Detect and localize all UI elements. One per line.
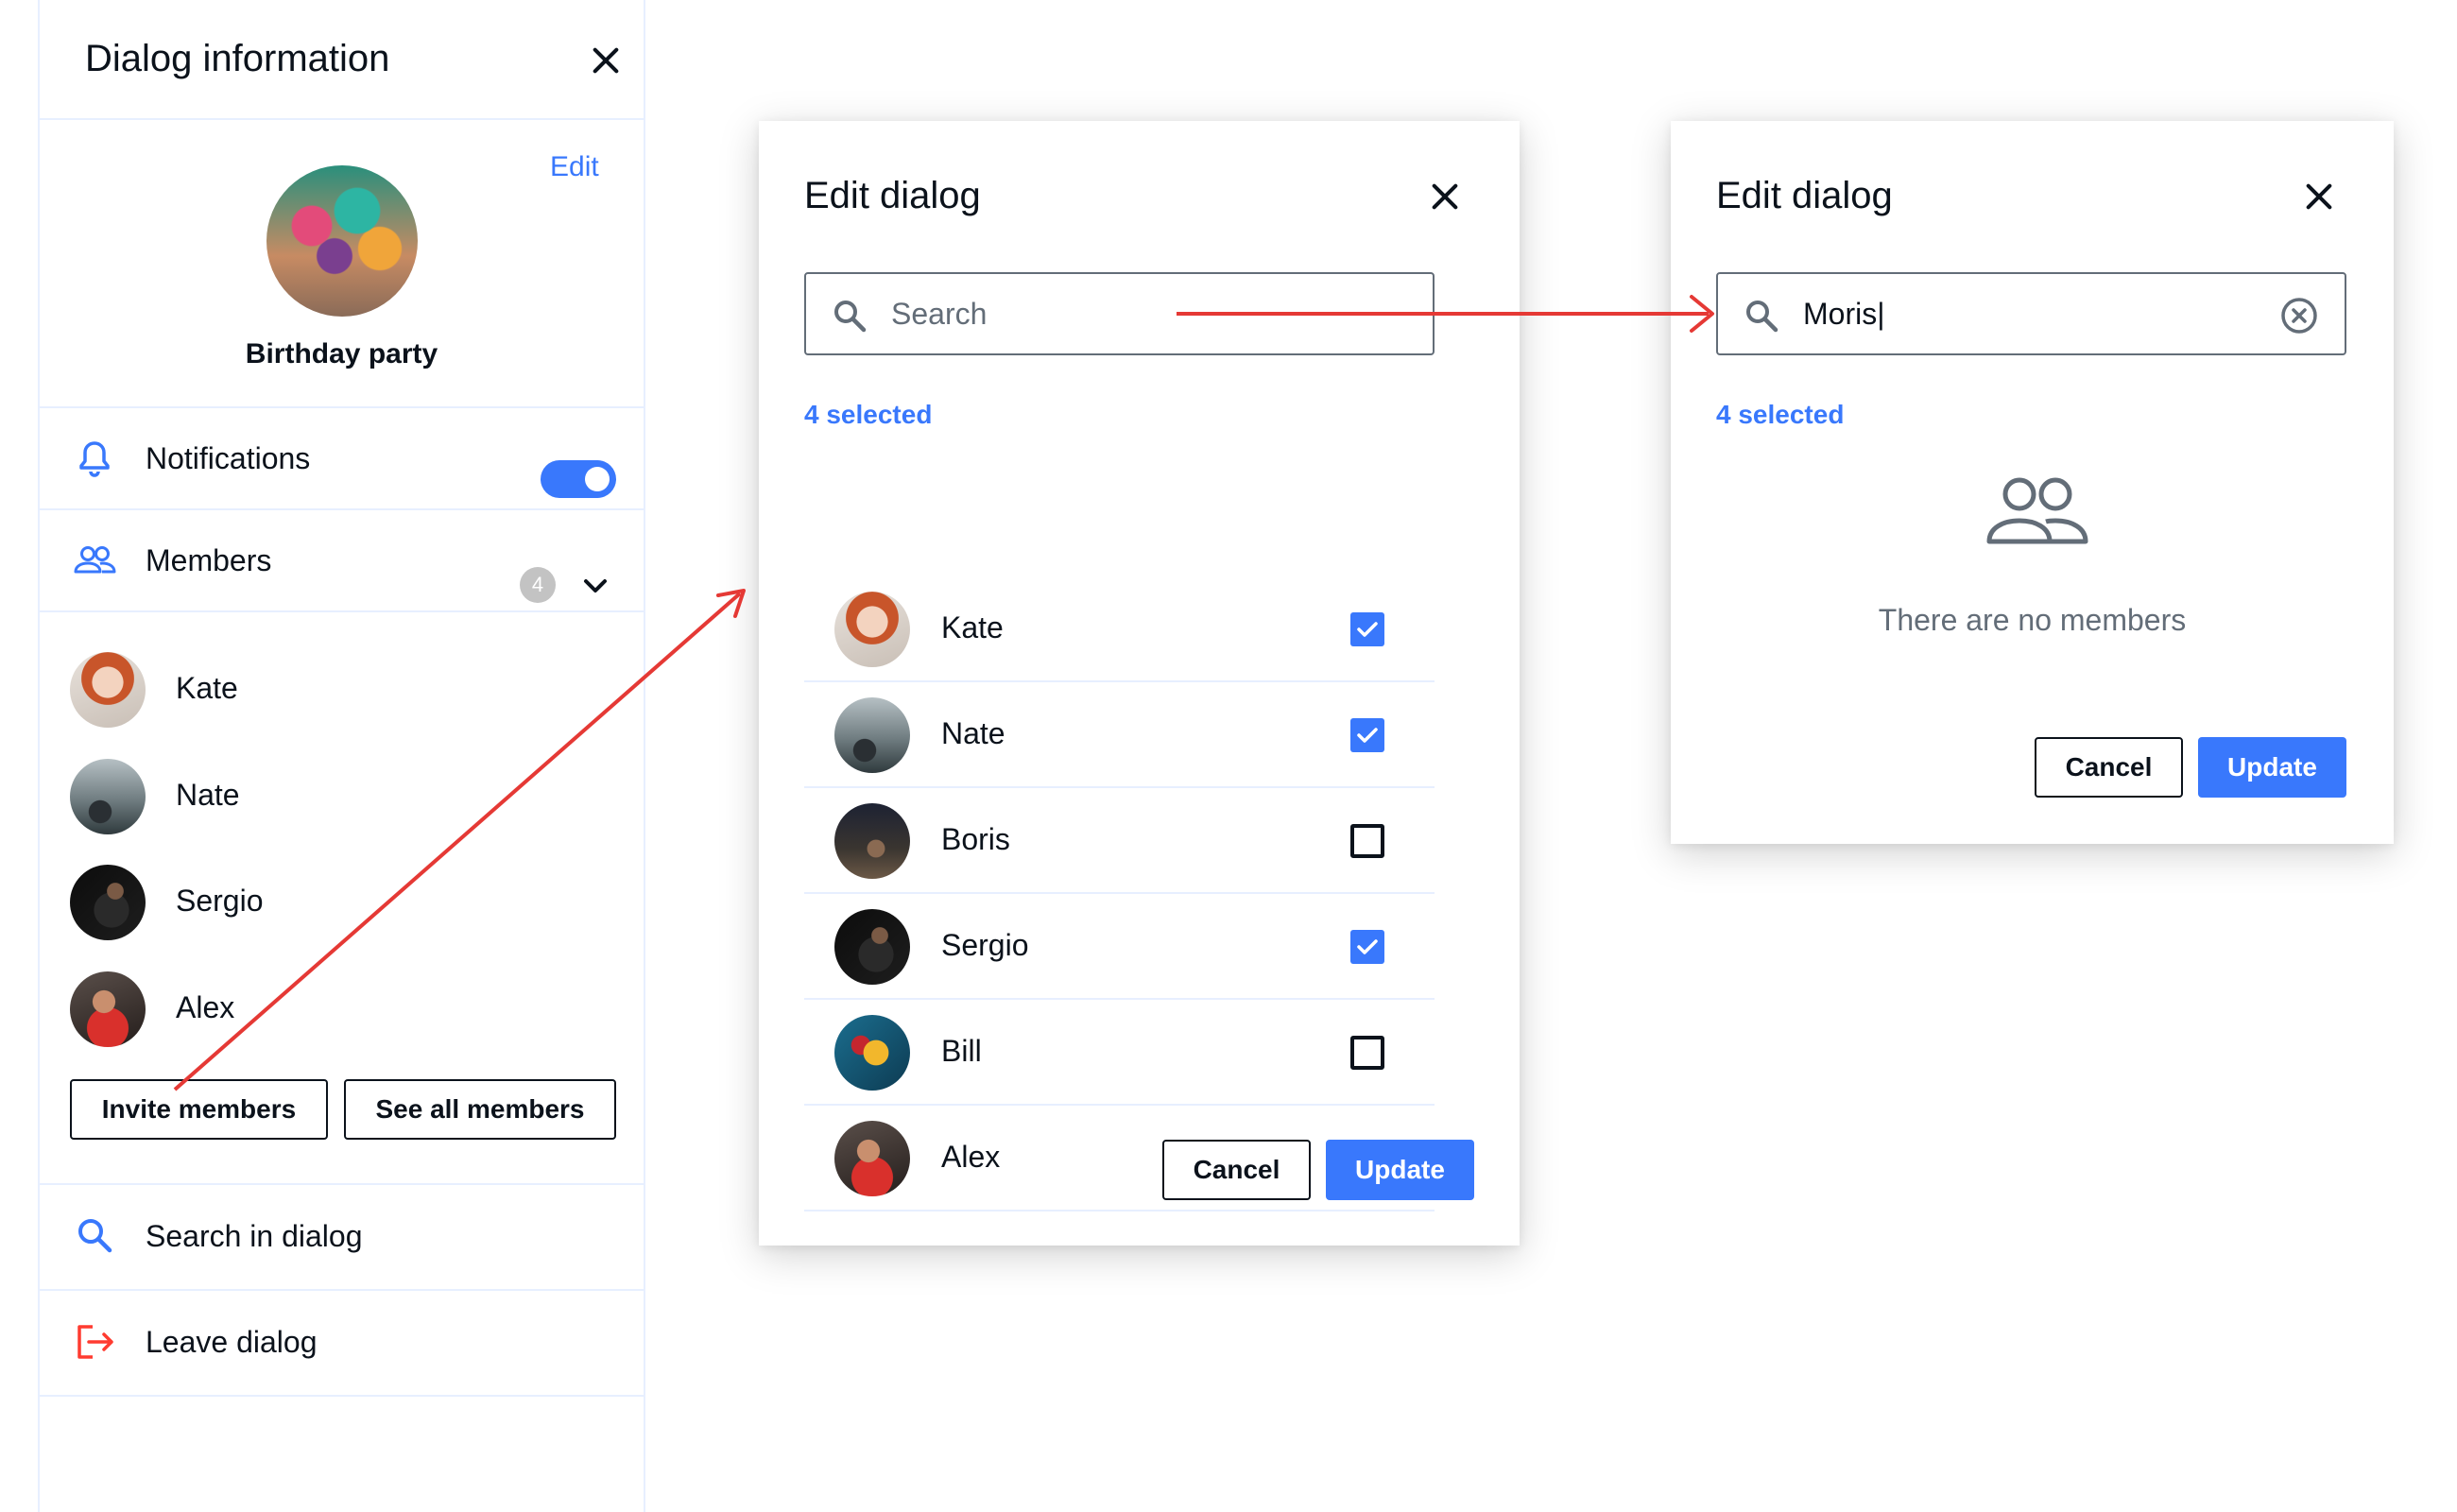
see-all-members-button[interactable]: See all members [344,1079,616,1140]
search-value: Moris| [1803,297,1885,331]
checkbox-check-icon [1357,622,1378,637]
search-icon [1746,301,1778,333]
notifications-toggle[interactable] [541,460,616,498]
avatar [834,1121,910,1196]
member-list-item[interactable]: Sergio [70,865,599,944]
avatar [70,652,146,728]
member-name: Sergio [941,928,1029,962]
invite-members-button[interactable]: Invite members [70,1079,328,1140]
member-name: Alex [176,990,235,1024]
member-list-item[interactable]: Kate [70,652,599,731]
member-checkbox[interactable] [1350,612,1384,646]
search-input[interactable]: Moris| [1716,272,2346,355]
divider [40,1395,644,1397]
search-in-dialog-row[interactable]: Search in dialog [40,1185,644,1289]
member-checkbox[interactable] [1350,930,1384,964]
checkbox-check-icon [1357,728,1378,743]
chevron-down-icon[interactable] [576,567,614,605]
leave-dialog-label: Leave dialog [146,1325,318,1359]
member-name: Alex [941,1140,1001,1174]
member-select-row[interactable]: Boris [804,788,1435,894]
member-name: Kate [941,610,1004,644]
checkbox-check-icon [1357,939,1378,954]
search-input[interactable]: Search [804,272,1435,355]
notifications-row: Notifications [40,408,644,508]
members-count-badge: 4 [520,567,556,603]
member-list-item[interactable]: Alex [70,971,599,1051]
search-placeholder: Search [891,297,988,331]
member-name: Nate [941,716,1005,750]
close-icon[interactable] [1425,178,1463,215]
cancel-button[interactable]: Cancel [2035,737,2183,798]
divider [40,118,644,120]
empty-state-text: There are no members [1878,603,2187,637]
bell-icon [79,441,110,477]
update-button[interactable]: Update [2198,737,2346,798]
member-checkbox[interactable] [1350,824,1384,858]
member-name: Sergio [176,884,264,918]
member-checkbox[interactable] [1350,718,1384,752]
search-icon [78,1219,112,1253]
group-avatar [266,165,418,317]
avatar [70,759,146,834]
member-name: Kate [176,671,238,705]
modal-title: Edit dialog [1716,175,1893,216]
avatar [834,803,910,879]
member-select-row[interactable]: Nate [804,682,1435,788]
close-icon[interactable] [2299,178,2337,215]
divider [40,610,644,612]
avatar [834,697,910,773]
member-checkbox[interactable] [1350,1036,1384,1070]
avatar [834,1015,910,1091]
empty-members-icon [1986,477,2088,544]
group-name: Birthday party [245,338,438,369]
clear-icon[interactable] [2278,295,2320,336]
selected-count: 4 selected [804,400,933,429]
avatar [70,971,146,1047]
member-name: Bill [941,1034,982,1068]
modal-title: Edit dialog [804,175,981,216]
dialog-info-panel: Dialog information Edit Birthday party N… [38,0,645,1512]
panel-title: Dialog information [85,38,390,79]
member-select-row[interactable]: Sergio [804,894,1435,1000]
update-button[interactable]: Update [1326,1140,1474,1200]
member-name: Nate [176,778,240,812]
cancel-button[interactable]: Cancel [1162,1140,1311,1200]
notifications-label: Notifications [146,441,311,475]
avatar [70,865,146,940]
member-list-item[interactable]: Nate [70,759,599,838]
member-select-row[interactable]: Bill [804,1000,1435,1106]
member-select-row[interactable]: Kate [804,576,1435,682]
avatar [834,909,910,985]
selected-count: 4 selected [1716,400,1845,429]
members-row[interactable]: Members [40,510,644,610]
edit-dialog-search-modal: Edit dialog Moris| 4 selected There are … [1671,121,2394,844]
edit-dialog-link[interactable]: Edit [550,151,599,183]
search-in-dialog-label: Search in dialog [146,1219,363,1253]
members-label: Members [146,543,272,577]
leave-icon [77,1325,113,1359]
search-icon [834,301,867,333]
leave-dialog-row[interactable]: Leave dialog [40,1291,644,1395]
avatar [834,592,910,667]
close-icon[interactable] [586,42,624,79]
edit-dialog-modal: Edit dialog Search 4 selected Kate Nate … [759,121,1520,1246]
members-icon [74,546,116,574]
member-name: Boris [941,822,1010,856]
